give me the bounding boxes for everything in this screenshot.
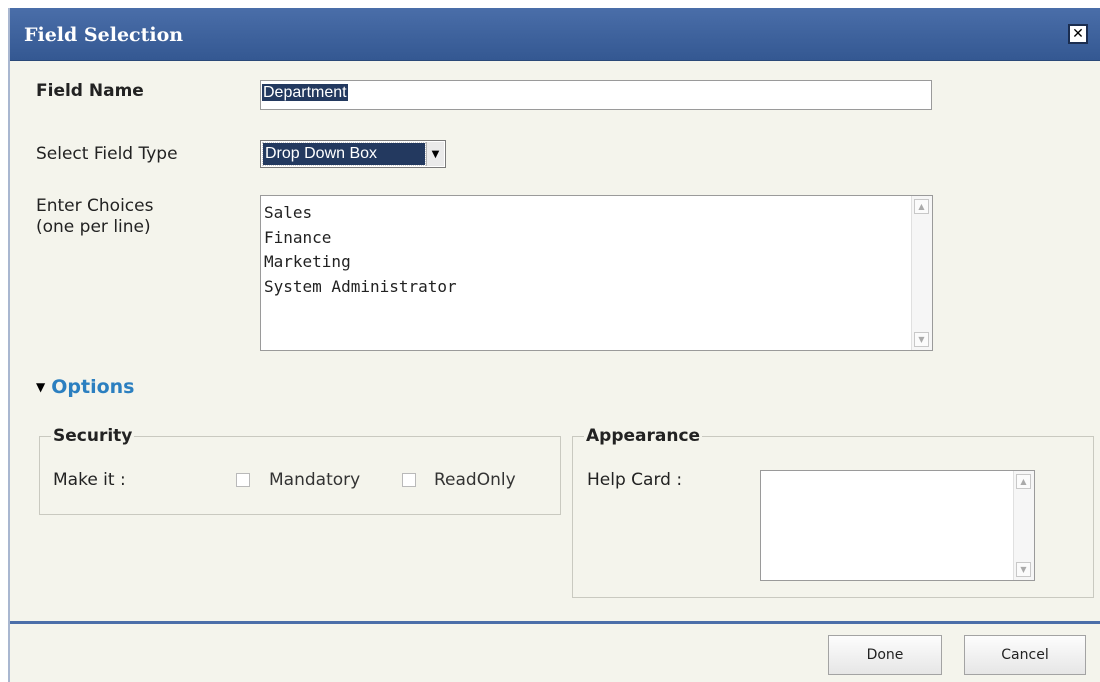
choices-label: Enter Choices xyxy=(36,196,154,216)
help-card-label: Help Card : xyxy=(587,470,683,490)
chevron-down-icon[interactable]: ▼ xyxy=(426,142,444,166)
field-name-label: Field Name xyxy=(36,81,144,101)
field-type-selected-value: Drop Down Box xyxy=(262,142,426,166)
footer-divider xyxy=(10,621,1100,624)
scroll-down-icon[interactable]: ▼ xyxy=(1016,562,1031,577)
done-button[interactable]: Done xyxy=(828,635,942,675)
choices-textarea[interactable]: Sales Finance Marketing System Administr… xyxy=(260,195,933,351)
list-item: Finance xyxy=(264,227,332,247)
readonly-label: ReadOnly xyxy=(434,470,516,490)
dialog-title: Field Selection xyxy=(24,24,184,46)
dialog-titlebar: Field Selection ✕ xyxy=(10,8,1100,61)
scroll-up-icon[interactable]: ▲ xyxy=(1016,474,1031,489)
choices-list: Sales Finance Marketing System Administr… xyxy=(264,201,457,299)
list-item: System Administrator xyxy=(264,276,457,296)
readonly-checkbox[interactable] xyxy=(402,473,416,487)
list-item: Marketing xyxy=(264,252,351,271)
mandatory-checkbox[interactable] xyxy=(236,473,250,487)
options-toggle[interactable]: ▼ Options xyxy=(36,376,134,398)
security-legend: Security xyxy=(53,426,133,446)
close-button[interactable]: ✕ xyxy=(1068,24,1088,44)
field-name-input[interactable]: Department xyxy=(260,80,932,110)
field-name-value: Department xyxy=(262,84,348,101)
scroll-up-icon[interactable]: ▲ xyxy=(914,199,929,214)
cancel-button[interactable]: Cancel xyxy=(964,635,1086,675)
field-type-label: Select Field Type xyxy=(36,144,178,164)
caret-down-icon: ▼ xyxy=(36,380,46,394)
list-item: Sales xyxy=(264,203,313,222)
mandatory-label: Mandatory xyxy=(269,470,361,490)
close-icon: ✕ xyxy=(1072,26,1084,42)
field-type-select[interactable]: Drop Down Box ▼ xyxy=(260,140,446,168)
help-card-scrollbar[interactable]: ▲ ▼ xyxy=(1013,471,1034,580)
choices-scrollbar[interactable]: ▲ ▼ xyxy=(911,196,932,350)
choices-hint: (one per line) xyxy=(36,217,151,237)
make-it-label: Make it : xyxy=(53,470,126,490)
scroll-down-icon[interactable]: ▼ xyxy=(914,332,929,347)
help-card-textarea[interactable]: ▲ ▼ xyxy=(760,470,1035,581)
appearance-legend: Appearance xyxy=(586,426,701,446)
field-selection-dialog: Field Selection ✕ Field Name Department … xyxy=(8,8,1100,682)
options-toggle-label: Options xyxy=(51,376,135,398)
